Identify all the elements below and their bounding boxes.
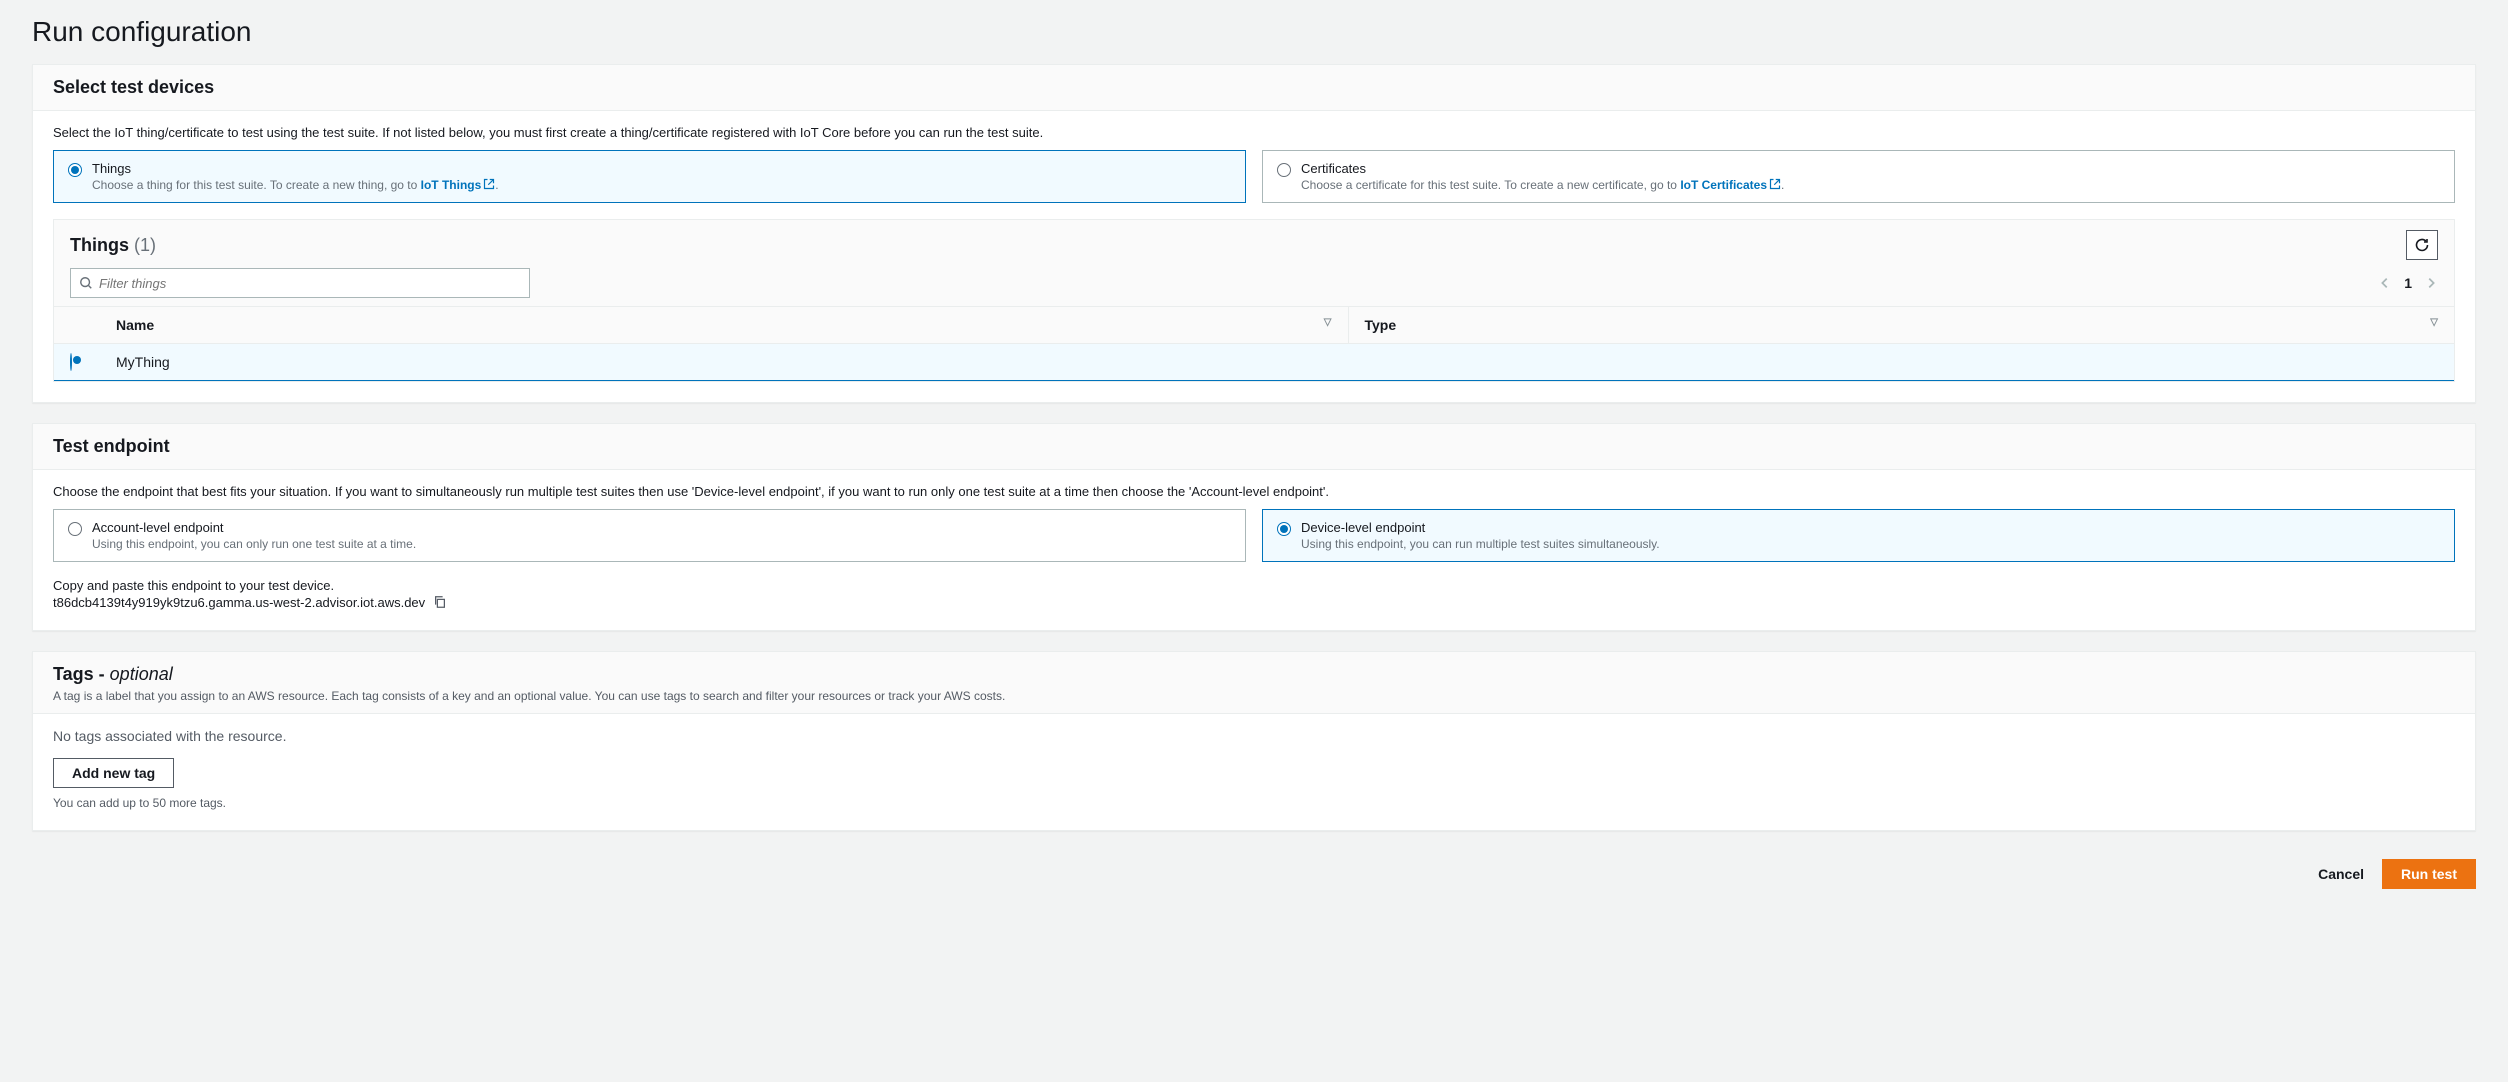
test-endpoint-panel: Test endpoint Choose the endpoint that b… bbox=[32, 423, 2476, 631]
endpoint-value-row: t86dcb4139t4y919yk9tzu6.gamma.us-west-2.… bbox=[53, 595, 2455, 610]
form-actions: Cancel Run test bbox=[32, 851, 2476, 897]
radio-dot-icon bbox=[1277, 163, 1291, 177]
search-icon bbox=[79, 276, 93, 290]
iot-things-link[interactable]: IoT Things bbox=[421, 178, 496, 192]
test-endpoint-description: Choose the endpoint that best fits your … bbox=[53, 484, 2455, 499]
endpoint-radio-group: Account-level endpoint Using this endpoi… bbox=[53, 509, 2455, 562]
select-test-devices-title: Select test devices bbox=[53, 77, 2455, 98]
page-title: Run configuration bbox=[32, 16, 2476, 48]
row-radio-icon[interactable] bbox=[70, 353, 72, 371]
add-new-tag-button[interactable]: Add new tag bbox=[53, 758, 174, 788]
account-endpoint-desc: Using this endpoint, you can only run on… bbox=[92, 537, 416, 551]
radio-certificates[interactable]: Certificates Choose a certificate for th… bbox=[1262, 150, 2455, 203]
things-count: (1) bbox=[134, 235, 156, 255]
tags-title: Tags - optional bbox=[53, 664, 173, 684]
radio-certificates-desc: Choose a certificate for this test suite… bbox=[1301, 178, 1784, 192]
tags-hint: You can add up to 50 more tags. bbox=[53, 796, 2455, 810]
radio-things[interactable]: Things Choose a thing for this test suit… bbox=[53, 150, 1246, 203]
table-row[interactable]: MyThing bbox=[54, 344, 2454, 381]
external-link-icon bbox=[483, 178, 495, 190]
radio-account-endpoint[interactable]: Account-level endpoint Using this endpoi… bbox=[53, 509, 1246, 562]
run-test-button[interactable]: Run test bbox=[2382, 859, 2476, 889]
iot-certificates-link[interactable]: IoT Certificates bbox=[1680, 178, 1781, 192]
radio-certificates-title: Certificates bbox=[1301, 161, 1784, 176]
things-table: Name ▽ Type ▽ MyThing bbox=[54, 306, 2454, 381]
device-endpoint-title: Device-level endpoint bbox=[1301, 520, 1660, 535]
tags-panel: Tags - optional A tag is a label that yo… bbox=[32, 651, 2476, 831]
things-heading: Things (1) bbox=[70, 235, 156, 256]
tags-header: Tags - optional A tag is a label that yo… bbox=[33, 652, 2475, 714]
col-type[interactable]: Type ▽ bbox=[1348, 307, 2454, 344]
device-type-radio-group: Things Choose a thing for this test suit… bbox=[53, 150, 2455, 203]
cancel-button[interactable]: Cancel bbox=[2318, 866, 2364, 882]
external-link-icon bbox=[1769, 178, 1781, 190]
refresh-icon bbox=[2414, 237, 2430, 253]
copy-icon[interactable] bbox=[433, 595, 447, 609]
tags-subtext: A tag is a label that you assign to an A… bbox=[53, 689, 2455, 703]
current-page: 1 bbox=[2404, 275, 2412, 291]
radio-dot-icon bbox=[68, 522, 82, 536]
select-test-devices-header: Select test devices bbox=[33, 65, 2475, 111]
prev-page-button[interactable] bbox=[2378, 276, 2392, 290]
sort-icon: ▽ bbox=[2430, 317, 2438, 328]
account-endpoint-title: Account-level endpoint bbox=[92, 520, 416, 535]
radio-things-title: Things bbox=[92, 161, 499, 176]
next-page-button[interactable] bbox=[2424, 276, 2438, 290]
refresh-button[interactable] bbox=[2406, 230, 2438, 260]
radio-dot-icon bbox=[68, 163, 82, 177]
col-name[interactable]: Name ▽ bbox=[100, 307, 1348, 344]
test-endpoint-title: Test endpoint bbox=[53, 436, 2455, 457]
device-endpoint-desc: Using this endpoint, you can run multipl… bbox=[1301, 537, 1660, 551]
select-devices-description: Select the IoT thing/certificate to test… bbox=[53, 125, 2455, 140]
col-select bbox=[54, 307, 100, 344]
radio-device-endpoint[interactable]: Device-level endpoint Using this endpoin… bbox=[1262, 509, 2455, 562]
filter-things-input-wrapper[interactable] bbox=[70, 268, 530, 298]
test-endpoint-header: Test endpoint bbox=[33, 424, 2475, 470]
things-subpanel: Things (1) bbox=[53, 219, 2455, 382]
endpoint-copy-instruction: Copy and paste this endpoint to your tes… bbox=[53, 578, 2455, 593]
sort-icon: ▽ bbox=[1324, 317, 1332, 328]
radio-things-desc: Choose a thing for this test suite. To c… bbox=[92, 178, 499, 192]
filter-things-input[interactable] bbox=[99, 276, 521, 291]
cell-name: MyThing bbox=[100, 344, 1348, 381]
endpoint-value: t86dcb4139t4y919yk9tzu6.gamma.us-west-2.… bbox=[53, 595, 425, 610]
radio-dot-icon bbox=[1277, 522, 1291, 536]
cell-type bbox=[1348, 344, 2454, 381]
pagination: 1 bbox=[2378, 275, 2438, 291]
no-tags-message: No tags associated with the resource. bbox=[53, 728, 2455, 744]
optional-label: optional bbox=[110, 664, 173, 684]
select-test-devices-panel: Select test devices Select the IoT thing… bbox=[32, 64, 2476, 403]
